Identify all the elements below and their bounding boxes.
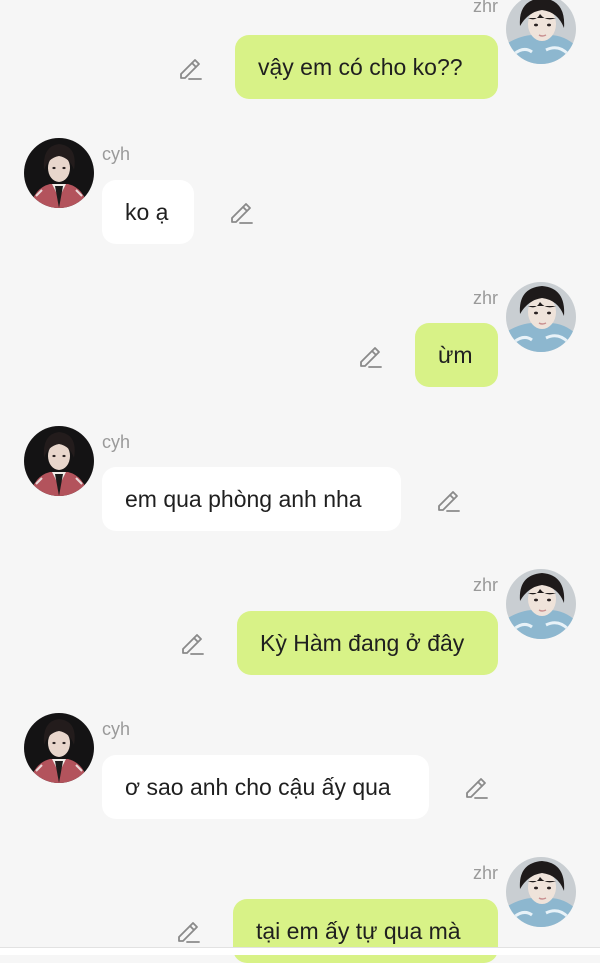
sender-name: zhr <box>472 863 498 883</box>
edit-message-pencil-icon[interactable] <box>357 343 383 369</box>
chat-conversation: zhr vậy em có cho ko?? cyh ko ạ zhr ừm c… <box>0 0 600 963</box>
avatar-zhr-icon <box>506 569 576 639</box>
edit-message-pencil-icon[interactable] <box>228 199 254 225</box>
message-bubble-incoming[interactable]: em qua phòng anh nha <box>102 467 401 531</box>
avatar-zhr-icon <box>506 282 576 352</box>
message-bubble-outgoing[interactable]: vậy em có cho ko?? <box>235 35 498 99</box>
sender-name: cyh <box>102 719 131 739</box>
avatar[interactable] <box>506 569 576 639</box>
edit-message-pencil-icon[interactable] <box>179 630 205 656</box>
sender-name: zhr <box>472 288 498 308</box>
avatar-cyh-icon <box>24 713 94 783</box>
message-bubble-outgoing[interactable]: ừm <box>415 323 498 387</box>
edit-message-pencil-icon[interactable] <box>175 918 201 944</box>
message-bubble-incoming[interactable]: ơ sao anh cho cậu ấy qua <box>102 755 429 819</box>
avatar[interactable] <box>24 426 94 496</box>
avatar-zhr-icon <box>506 857 576 927</box>
message-bubble-outgoing[interactable]: Kỳ Hàm đang ở đây <box>237 611 498 675</box>
sender-name: zhr <box>472 575 498 595</box>
sender-name: zhr <box>472 0 498 16</box>
avatar-zhr-icon <box>506 0 576 64</box>
avatar-cyh-icon <box>24 138 94 208</box>
edit-message-pencil-icon[interactable] <box>177 55 203 81</box>
sender-name: cyh <box>102 144 131 164</box>
avatar[interactable] <box>506 282 576 352</box>
avatar[interactable] <box>506 857 576 927</box>
avatar-cyh-icon <box>24 426 94 496</box>
edit-message-pencil-icon[interactable] <box>435 487 461 513</box>
avatar[interactable] <box>24 138 94 208</box>
avatar[interactable] <box>506 0 576 64</box>
edit-message-pencil-icon[interactable] <box>463 774 489 800</box>
sender-name: cyh <box>102 432 131 452</box>
message-bubble-incoming[interactable]: ko ạ <box>102 180 194 244</box>
avatar[interactable] <box>24 713 94 783</box>
